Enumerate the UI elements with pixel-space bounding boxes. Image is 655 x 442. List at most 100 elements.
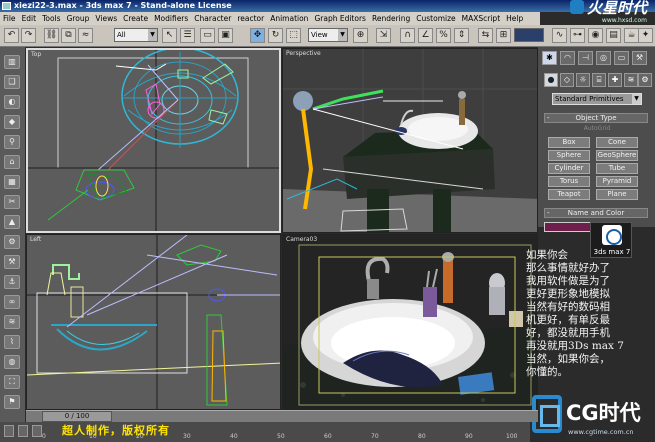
- space-warps-icon[interactable]: ≋: [624, 73, 638, 87]
- undo-icon[interactable]: ↶: [4, 28, 19, 43]
- mirror-icon[interactable]: ⇆: [478, 28, 493, 43]
- menu-maxscript[interactable]: MAXScript: [459, 14, 504, 23]
- render-scene-icon[interactable]: ▤: [606, 28, 621, 43]
- lock-selection-icon[interactable]: [18, 425, 28, 437]
- reactor-constraint-icon[interactable]: ⚓: [4, 275, 20, 289]
- create-tab-icon[interactable]: ✱: [542, 51, 557, 65]
- absolute-mode-icon[interactable]: [32, 425, 42, 437]
- material-editor-icon[interactable]: ◉: [588, 28, 603, 43]
- reactor-toy-car-icon[interactable]: ▦: [4, 175, 20, 189]
- hierarchy-tab-icon[interactable]: ⊣: [578, 51, 593, 65]
- move-icon[interactable]: ✥: [250, 28, 265, 43]
- redo-icon[interactable]: ↷: [21, 28, 36, 43]
- reactor-cloth-icon[interactable]: ❑: [4, 75, 20, 89]
- reactor-deform-icon[interactable]: ⌇: [4, 335, 20, 349]
- name-and-color-rollout[interactable]: - Name and Color: [544, 208, 648, 218]
- unlink-icon[interactable]: ⧉: [61, 28, 76, 43]
- menu-group[interactable]: Group: [64, 14, 93, 23]
- time-slider[interactable]: 0 / 100: [26, 410, 538, 422]
- pyramid-button[interactable]: Pyramid: [596, 176, 638, 187]
- menu-tools[interactable]: Tools: [39, 14, 63, 23]
- max-script-listener-icon[interactable]: [4, 425, 14, 437]
- viewport-top[interactable]: Top: [26, 48, 281, 233]
- primitive-type-dropdown[interactable]: Standard Primitives ▼: [552, 93, 642, 105]
- cone-button[interactable]: Cone: [596, 137, 638, 148]
- reactor-wave-icon[interactable]: ≋: [4, 315, 20, 329]
- reactor-preview-icon[interactable]: ◍: [4, 355, 20, 369]
- menu-animation[interactable]: Animation: [267, 14, 311, 23]
- named-selection-set-field[interactable]: [514, 28, 544, 42]
- menu-rendering[interactable]: Rendering: [369, 14, 413, 23]
- menu-views[interactable]: Views: [92, 14, 120, 23]
- select-manipulate-icon[interactable]: ⇲: [376, 28, 391, 43]
- scale-icon[interactable]: ⬚: [286, 28, 301, 43]
- sphere-button[interactable]: Sphere: [548, 150, 590, 161]
- modify-tab-icon[interactable]: ◠: [560, 51, 575, 65]
- object-type-rollout[interactable]: - Object Type: [544, 113, 648, 123]
- menu-help[interactable]: Help: [503, 14, 526, 23]
- reactor-spring-icon[interactable]: ⚲: [4, 135, 20, 149]
- snap-toggle-icon[interactable]: ∩: [400, 28, 415, 43]
- menu-customize[interactable]: Customize: [413, 14, 458, 23]
- menu-edit[interactable]: Edit: [19, 14, 40, 23]
- angle-snap-icon[interactable]: ∠: [418, 28, 433, 43]
- torus-button[interactable]: Torus: [548, 176, 590, 187]
- helpers-icon[interactable]: ✚: [608, 73, 622, 87]
- reactor-analyze-icon[interactable]: ⛶: [4, 375, 20, 389]
- reactor-rope-icon[interactable]: ◐: [4, 95, 20, 109]
- menu-reactor[interactable]: reactor: [234, 14, 267, 23]
- quick-render-icon[interactable]: ☕: [624, 28, 639, 43]
- display-tab-icon[interactable]: ▭: [614, 51, 629, 65]
- cameras-icon[interactable]: ⌸: [592, 73, 606, 87]
- menu-character[interactable]: Character: [191, 14, 234, 23]
- pivot-center-icon[interactable]: ⊕: [353, 28, 368, 43]
- lights-icon[interactable]: ☼: [576, 73, 590, 87]
- autogrid-checkbox[interactable]: AutoGrid: [552, 125, 642, 132]
- cylinder-button[interactable]: Cylinder: [548, 163, 590, 174]
- select-by-name-icon[interactable]: ☰: [180, 28, 195, 43]
- reactor-create-animation-icon[interactable]: ⚑: [4, 395, 20, 409]
- teapot-button[interactable]: Teapot: [548, 189, 590, 200]
- utilities-tab-icon[interactable]: ⚒: [632, 51, 647, 65]
- align-icon[interactable]: ⊞: [496, 28, 511, 43]
- reference-coord-dropdown[interactable]: View ▼: [308, 28, 348, 42]
- viewport-label-perspective[interactable]: Perspective: [286, 50, 321, 57]
- reactor-rigid-icon[interactable]: ▥: [4, 55, 20, 69]
- schematic-view-icon[interactable]: ⊶: [570, 28, 585, 43]
- tube-button[interactable]: Tube: [596, 163, 638, 174]
- viewport-perspective[interactable]: Perspective: [282, 48, 538, 233]
- geometry-icon[interactable]: ●: [544, 73, 558, 87]
- reactor-water-icon[interactable]: ▲: [4, 215, 20, 229]
- systems-icon[interactable]: ⚙: [638, 73, 652, 87]
- menu-modifiers[interactable]: Modifiers: [151, 14, 191, 23]
- frame-counter[interactable]: 0 / 100: [42, 411, 112, 422]
- select-object-icon[interactable]: ↖: [162, 28, 177, 43]
- reactor-wind-icon[interactable]: ⚙: [4, 235, 20, 249]
- viewport-label-camera[interactable]: Camera03: [286, 236, 317, 243]
- spinner-snap-icon[interactable]: ⇕: [454, 28, 469, 43]
- reactor-point-icon[interactable]: ∞: [4, 295, 20, 309]
- render-last-icon[interactable]: ✦: [638, 28, 653, 43]
- viewport-label-top[interactable]: Top: [31, 51, 41, 58]
- region-select-icon[interactable]: ▭: [200, 28, 215, 43]
- viewport-left[interactable]: Left: [26, 234, 281, 410]
- rotate-icon[interactable]: ↻: [268, 28, 283, 43]
- reactor-motor-icon[interactable]: ⚒: [4, 255, 20, 269]
- plane-button[interactable]: Plane: [596, 189, 638, 200]
- box-button[interactable]: Box: [548, 137, 590, 148]
- curve-editor-icon[interactable]: ∿: [552, 28, 567, 43]
- menu-graph-editors[interactable]: Graph Editors: [311, 14, 369, 23]
- reactor-plane-icon[interactable]: ◆: [4, 115, 20, 129]
- viewport-camera[interactable]: Camera03: [282, 234, 538, 410]
- reactor-hinge-icon[interactable]: ⌂: [4, 155, 20, 169]
- window-crossing-icon[interactable]: ▣: [218, 28, 233, 43]
- select-link-icon[interactable]: ⛓: [44, 28, 59, 43]
- menu-file[interactable]: File: [0, 14, 19, 23]
- geosphere-button[interactable]: GeoSphere: [596, 150, 638, 161]
- selection-filter-dropdown[interactable]: All ▼: [114, 28, 158, 42]
- percent-snap-icon[interactable]: %: [436, 28, 451, 43]
- motion-tab-icon[interactable]: ◎: [596, 51, 611, 65]
- bind-space-warp-icon[interactable]: ≈: [78, 28, 93, 43]
- reactor-fracture-icon[interactable]: ✂: [4, 195, 20, 209]
- menu-create[interactable]: Create: [120, 14, 151, 23]
